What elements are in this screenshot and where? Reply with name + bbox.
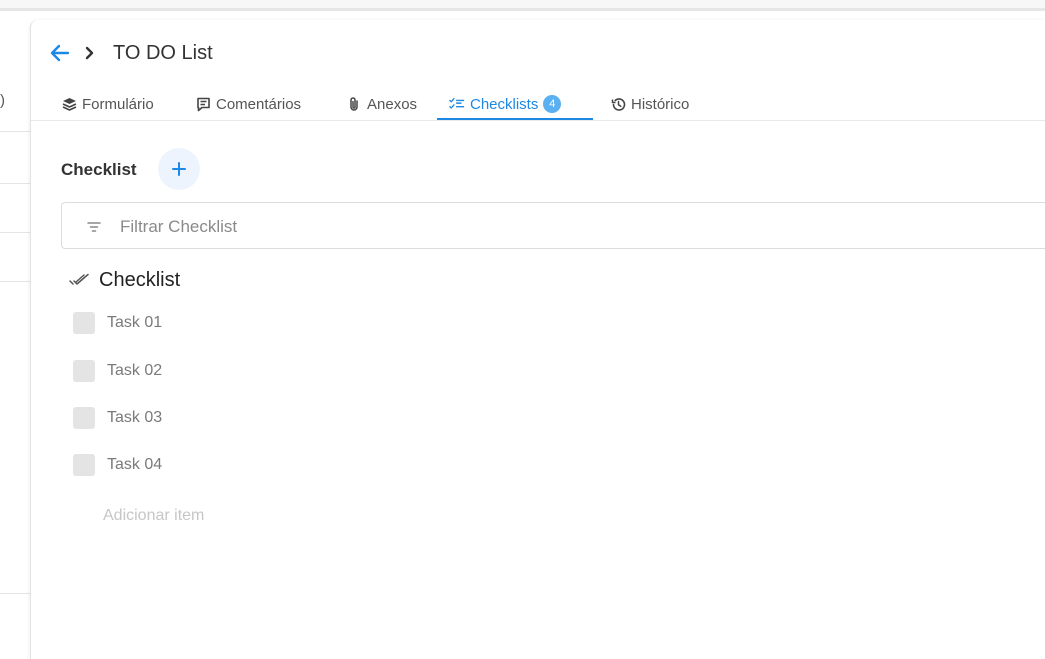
checklist-item: Task 03 — [73, 407, 162, 429]
add-checklist-button[interactable] — [158, 148, 200, 190]
list-divider — [0, 281, 30, 282]
list-divider — [0, 183, 30, 184]
checklist-title: Checklist — [99, 268, 181, 291]
section-title: Checklist — [61, 160, 137, 179]
filter-checklist-input[interactable] — [118, 215, 722, 239]
tab-label: Anexos — [367, 95, 418, 113]
checklist-item: Task 04 — [73, 454, 162, 476]
layers-icon — [61, 96, 77, 112]
plus-icon — [172, 162, 186, 176]
tab-label: Formulário — [82, 95, 154, 113]
window-top-divider — [0, 8, 1045, 11]
list-divider — [0, 593, 30, 594]
checklist-header: Checklist — [69, 268, 180, 292]
checkbox[interactable] — [73, 454, 95, 476]
checklist-count-badge: 4 — [543, 95, 562, 113]
history-icon — [610, 96, 626, 112]
panel-header: TO DO List — [49, 41, 213, 65]
truncated-panel-text: ) — [0, 92, 5, 109]
task-detail-panel: TO DO List Formulário Comentários Anexos… — [30, 20, 1045, 659]
double-check-icon — [69, 273, 89, 285]
arrow-left-icon — [50, 44, 70, 62]
paperclip-icon — [346, 96, 362, 112]
page-title: TO DO List — [113, 41, 213, 64]
filter-icon — [87, 222, 101, 232]
checkbox[interactable] — [73, 312, 95, 334]
breadcrumb-chevron-icon — [85, 45, 97, 61]
tab-anexos[interactable]: Anexos — [346, 88, 417, 120]
tab-historico[interactable]: Histórico — [610, 88, 689, 120]
tab-comentarios[interactable]: Comentários — [195, 88, 301, 120]
checklist-item-label: Task 01 — [107, 314, 163, 331]
list-divider — [0, 131, 30, 132]
window-top-strip — [0, 0, 1045, 8]
checklist-item: Task 02 — [73, 360, 162, 382]
checklist-icon — [449, 96, 465, 112]
active-tab-indicator — [437, 118, 593, 120]
tab-bar: Formulário Comentários Anexos Checklists… — [31, 88, 1045, 121]
tab-formulario[interactable]: Formulário — [61, 88, 154, 120]
filter-checklist-field[interactable] — [61, 202, 1045, 249]
list-divider — [0, 232, 30, 233]
comment-icon — [195, 96, 211, 112]
tab-label: Checklists — [470, 95, 539, 113]
checklist-item-label: Task 03 — [107, 409, 163, 426]
checkbox[interactable] — [73, 360, 95, 382]
back-button[interactable] — [49, 42, 71, 64]
tab-label: Histórico — [631, 95, 690, 113]
checklist-item-label: Task 04 — [107, 456, 163, 473]
checkbox[interactable] — [73, 407, 95, 429]
tab-checklists[interactable]: Checklists 4 — [449, 88, 562, 120]
add-item-input[interactable]: Adicionar item — [103, 507, 204, 525]
checklist-item: Task 01 — [73, 312, 162, 334]
tab-label: Comentários — [216, 95, 302, 113]
checklist-item-label: Task 02 — [107, 362, 163, 379]
